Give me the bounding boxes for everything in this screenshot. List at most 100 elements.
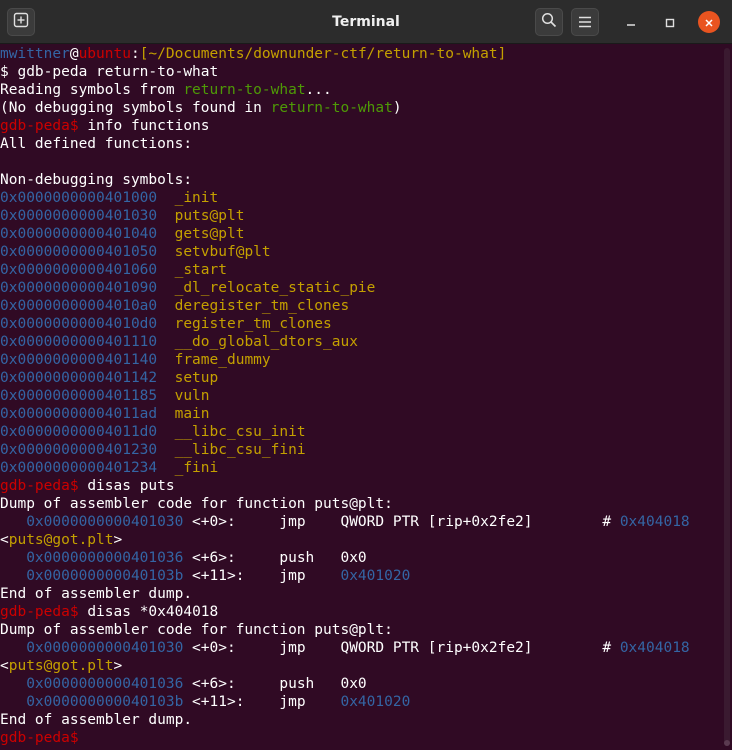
terminal-text-default: <+0>: jmp QWORD PTR [rip+0x2fe2] #: [183, 640, 620, 656]
terminal-text-default: info functions: [87, 118, 210, 134]
terminal-text-sym: main: [157, 406, 210, 422]
terminal-text-prompt: gdb-peda$: [0, 478, 88, 494]
terminal-text-default: (No debugging symbols found in: [0, 100, 271, 116]
terminal-text-sym: vuln: [157, 388, 210, 404]
terminal-text-addr: 0x000000000040103b: [0, 694, 184, 710]
terminal-line: 0x0000000000401040 gets@plt: [0, 225, 716, 243]
terminal-line: gdb-peda$: [0, 729, 716, 747]
terminal-text-default: disas puts: [87, 478, 175, 494]
new-tab-button[interactable]: [7, 8, 35, 36]
terminal-line: End of assembler dump.: [0, 711, 716, 729]
hamburger-menu-icon: [578, 13, 592, 32]
terminal-line: All defined functions:: [0, 135, 716, 153]
terminal-text-sym: deregister_tm_clones: [157, 298, 350, 314]
terminal-line: 0x0000000000401030 <+0>: jmp QWORD PTR […: [0, 513, 716, 531]
terminal-text-default: Reading symbols from: [0, 82, 184, 98]
terminal-text-default: Dump of assembler code for function puts…: [0, 496, 393, 512]
terminal-text-sym: _dl_relocate_static_pie: [157, 280, 376, 296]
terminal-line: 0x0000000000401000 _init: [0, 189, 716, 207]
terminal-text-default: All defined functions:: [0, 136, 193, 152]
search-icon: [541, 12, 557, 32]
terminal-text-default: @: [69, 46, 79, 62]
terminal-line: 0x0000000000401036 <+6>: push 0x0: [0, 549, 716, 567]
terminal-text-addr: 0x00000000004010d0: [0, 316, 158, 332]
terminal-line: Dump of assembler code for function puts…: [0, 495, 716, 513]
minimize-icon: [626, 13, 636, 32]
terminal-text-default: disas *0x404018: [87, 604, 219, 620]
terminal-line: 0x0000000000401030 puts@plt: [0, 207, 716, 225]
terminal-text-addr: 0x0000000000401030: [0, 640, 184, 656]
terminal-text-prompt: gdb-peda$: [0, 118, 88, 134]
terminal-line: Dump of assembler code for function puts…: [0, 621, 716, 639]
terminal-text-green: return-to-what: [270, 100, 393, 116]
terminal-text-addr: 0x000000000040103b: [0, 568, 184, 584]
terminal-output[interactable]: mwittner@ubuntu:[~/Documents/downunder-c…: [0, 45, 716, 750]
new-tab-icon: [13, 12, 29, 32]
terminal-text-addr: 0x0000000000401060: [0, 262, 158, 278]
terminal-line: gdb-peda$ disas puts: [0, 477, 716, 495]
terminal-line: 0x0000000000401036 <+6>: push 0x0: [0, 675, 716, 693]
terminal-line: 0x0000000000401030 <+0>: jmp QWORD PTR […: [0, 639, 716, 657]
terminal-text-default: <+11>: jmp: [183, 568, 341, 584]
terminal-text-addr: 0x401020: [340, 568, 411, 584]
close-icon: [704, 13, 714, 32]
terminal-text-default: End of assembler dump.: [0, 586, 193, 602]
terminal-text-sym: register_tm_clones: [157, 316, 332, 332]
terminal-text-default: :: [130, 46, 140, 62]
terminal-text-sym: setup: [157, 370, 219, 386]
terminal-text-default: <+0>: jmp QWORD PTR [rip+0x2fe2] #: [183, 514, 620, 530]
menu-button[interactable]: [571, 8, 599, 36]
terminal-text-sym: puts@got.plt: [8, 532, 114, 548]
terminal-text-addr: 0x401020: [340, 694, 411, 710]
terminal-line: (No debugging symbols found in return-to…: [0, 99, 716, 117]
terminal-text-sym: __libc_csu_init: [157, 424, 306, 440]
scrollbar-thumb[interactable]: [724, 740, 730, 746]
terminal-text-default: $ gdb-peda return-to-what: [0, 64, 219, 80]
terminal-text-sym: _start: [157, 262, 227, 278]
terminal-text-prompt: gdb-peda$: [0, 730, 88, 746]
terminal-text-default: <: [0, 658, 9, 674]
terminal-line: 0x00000000004011d0 __libc_csu_init: [0, 423, 716, 441]
terminal-text-sym: __do_global_dtors_aux: [157, 334, 358, 350]
terminal-text-addr: 0x404018: [619, 640, 690, 656]
terminal-line: <puts@got.plt>: [0, 531, 716, 549]
terminal-line: Reading symbols from return-to-what...: [0, 81, 716, 99]
search-button[interactable]: [535, 8, 563, 36]
terminal-text-sym: setvbuf@plt: [157, 244, 271, 260]
terminal-text-prompt: gdb-peda$: [0, 604, 88, 620]
terminal-line: gdb-peda$ disas *0x404018: [0, 603, 716, 621]
terminal-text-default: <+6>: push 0x0: [183, 676, 367, 692]
terminal-text-default: ): [392, 100, 402, 116]
terminal-line: 0x0000000000401090 _dl_relocate_static_p…: [0, 279, 716, 297]
terminal-text-addr: 0x0000000000401234: [0, 460, 158, 476]
terminal-text-addr: 0x00000000004011ad: [0, 406, 158, 422]
terminal-line: 0x0000000000401185 vuln: [0, 387, 716, 405]
terminal-line: <puts@got.plt>: [0, 657, 716, 675]
terminal-text-default: <: [0, 532, 9, 548]
terminal-line: mwittner@ubuntu:[~/Documents/downunder-c…: [0, 45, 716, 63]
terminal-line: 0x000000000040103b <+11>: jmp 0x401020: [0, 693, 716, 711]
terminal-text-default: Non-debugging symbols:: [0, 172, 193, 188]
terminal-text-sym: frame_dummy: [157, 352, 271, 368]
terminal-text-addr: 0x0000000000401140: [0, 352, 158, 368]
terminal-text-sym: puts@got.plt: [8, 658, 114, 674]
terminal-text-sym: _init: [157, 190, 219, 206]
terminal-text-addr: 0x0000000000401142: [0, 370, 158, 386]
close-button[interactable]: [698, 11, 720, 33]
terminal-line: Non-debugging symbols:: [0, 171, 716, 189]
maximize-button[interactable]: [659, 11, 681, 33]
terminal-line: gdb-peda$ info functions: [0, 117, 716, 135]
scrollbar[interactable]: [724, 48, 730, 746]
terminal-text-green: return-to-what: [183, 82, 306, 98]
terminal-text-sym: __libc_csu_fini: [157, 442, 306, 458]
minimize-button[interactable]: [620, 11, 642, 33]
terminal-line: 0x00000000004010a0 deregister_tm_clones: [0, 297, 716, 315]
terminal-line: $ gdb-peda return-to-what: [0, 63, 716, 81]
terminal-text-addr: 0x404018: [619, 514, 690, 530]
terminal-text-addr: 0x0000000000401185: [0, 388, 158, 404]
terminal-text-addr: 0x0000000000401050: [0, 244, 158, 260]
terminal-line: 0x0000000000401142 setup: [0, 369, 716, 387]
terminal-line: 0x0000000000401050 setvbuf@plt: [0, 243, 716, 261]
terminal-text-user: mwittner: [0, 46, 70, 62]
